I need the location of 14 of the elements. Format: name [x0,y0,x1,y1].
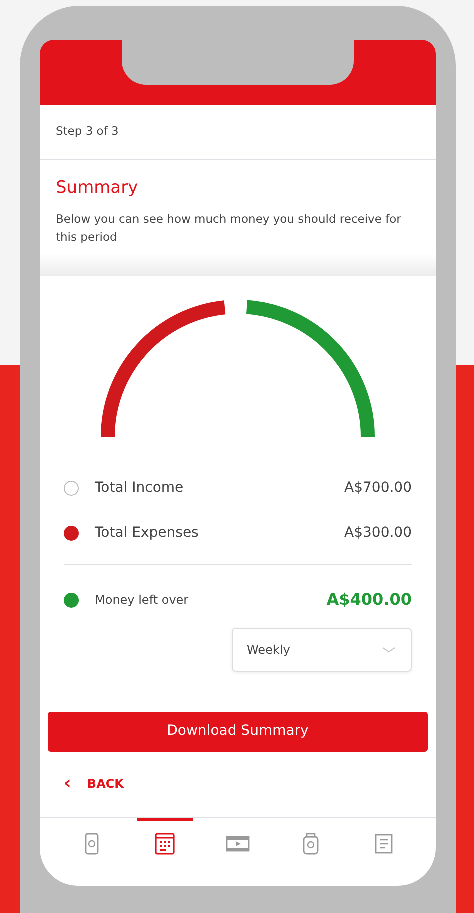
legend-label: Total Income [95,478,184,498]
section-title: Summary [56,177,140,200]
period-dropdown[interactable]: Weekly [232,628,412,672]
description-text: Below you can see how much money you should receive for this period [56,210,402,246]
back-link[interactable]: ‹ BACK [64,775,124,793]
step-indicator: Step 3 of 3 [56,123,119,140]
amount-value: A$300.00 [344,524,412,542]
amount-value: A$700.00 [344,478,412,498]
amount-value: A$400.00 [326,589,412,611]
legend-label: Total Expenses [95,524,199,542]
chevron-down-icon [381,646,397,654]
calendar-icon [153,832,178,856]
download-button[interactable]: Download Summary [48,712,428,752]
legend-label: Money left over [95,592,189,609]
